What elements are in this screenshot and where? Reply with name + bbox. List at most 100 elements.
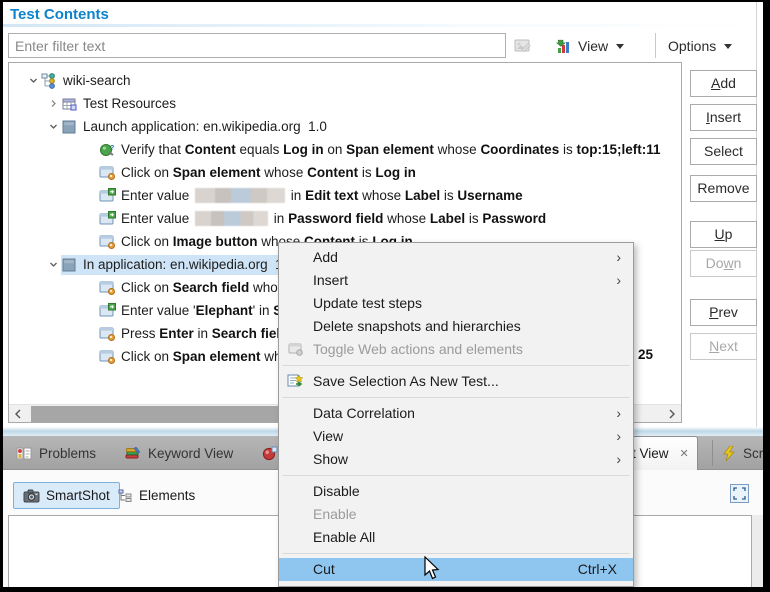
tab-label: Scri <box>743 445 767 461</box>
tree-row-label: In application: en.wikipedia.org 1.0 <box>61 254 297 275</box>
filter-input[interactable] <box>8 33 506 58</box>
keyword-view-icon <box>124 446 141 461</box>
tab-keyword-view[interactable]: Keyword View <box>116 436 241 470</box>
tree-text-segment: Enter <box>159 326 194 341</box>
menu-separator <box>282 553 630 554</box>
menu-item-label: Add <box>313 249 338 265</box>
tab-problems[interactable]: Problems <box>8 436 104 470</box>
menu-item-disable[interactable]: Disable <box>279 480 633 503</box>
menu-item-label: Enable <box>313 506 357 522</box>
chevron-down-icon[interactable] <box>45 260 61 269</box>
tree-text-segment: Label <box>404 188 441 203</box>
application-icon <box>61 119 78 135</box>
options-menu-button[interactable]: Options <box>668 33 733 59</box>
add-button[interactable]: Add <box>690 70 757 97</box>
tab-scri[interactable]: Scri <box>714 436 770 470</box>
tree-text-segment: Content <box>184 142 236 157</box>
menu-separator <box>282 365 630 366</box>
menu-item-add[interactable]: Add › <box>279 246 633 269</box>
menu-item-label: Update test steps <box>313 295 422 311</box>
menu-item-delete-snapshots-and-hierarchies[interactable]: Delete snapshots and hierarchies <box>279 315 633 338</box>
app-window: Test Contents View Options wiki-searchTe <box>0 0 770 592</box>
chevron-down-icon[interactable] <box>25 76 41 85</box>
click-action-icon <box>99 326 116 342</box>
tree-text-segment: Test Resources <box>83 96 177 111</box>
tab-label: Keyword View <box>148 445 234 461</box>
submenu-arrow-icon: › <box>616 451 621 467</box>
tree-text-segment: ' in <box>252 303 274 318</box>
menu-item-show[interactable]: Show › <box>279 448 633 471</box>
tree-text-segment: whose <box>358 188 405 203</box>
tree-row[interactable]: Launch application: en.wikipedia.org 1.0 <box>9 115 681 138</box>
tree-row-label: ? Verify that Content equals Log in on Sp… <box>99 142 660 158</box>
problems-icon <box>16 446 32 461</box>
tree-row[interactable]: ? Verify that Content equals Log in on Sp… <box>9 138 681 161</box>
menu-item-label: Save Selection As New Test... <box>313 373 499 389</box>
menu-shortcut: Ctrl+X <box>577 561 617 577</box>
menu-item-save-selection-as-new-test[interactable]: Save Selection As New Test... <box>279 370 633 393</box>
menu-item-data-correlation[interactable]: Data Correlation › <box>279 402 633 425</box>
menu-shortcut: Ctrl+C <box>577 581 617 586</box>
tree-text-segment: whose <box>433 142 481 157</box>
verify-icon: ? <box>99 142 116 158</box>
scroll-right-icon[interactable] <box>663 405 681 422</box>
enter-value-icon <box>99 302 116 319</box>
remove-button[interactable]: Remove <box>690 175 757 202</box>
tree-row-label: Enter value 'Elephant' in Se <box>99 302 290 319</box>
tree-text-segment: on <box>323 142 347 157</box>
tree-text-segment: In application: en.wikipedia.org 1.0 <box>83 257 294 272</box>
svg-text:?: ? <box>110 145 114 152</box>
menu-item-copy[interactable]: Copy Ctrl+C <box>279 581 633 586</box>
chevron-down-icon[interactable] <box>45 122 61 131</box>
enter-value-icon <box>99 210 116 227</box>
submenu-arrow-icon: › <box>616 405 621 421</box>
menu-item-view[interactable]: View › <box>279 425 633 448</box>
click-action-icon <box>99 165 116 181</box>
close-icon[interactable]: ✕ <box>680 447 689 460</box>
chevron-right-icon[interactable] <box>45 99 61 108</box>
tree-text-segment: whose <box>260 165 308 180</box>
up-button[interactable]: Up <box>690 221 757 248</box>
tree-text-segment: top:15;left:11 <box>576 142 661 157</box>
insert-button[interactable]: Insert <box>690 104 757 131</box>
tree-row[interactable]: wiki-search <box>9 69 681 92</box>
menu-item-enable-all[interactable]: Enable All <box>279 526 633 549</box>
tree-text-segment: Click on <box>121 349 173 364</box>
menu-separator <box>282 475 630 476</box>
tree-text-segment: in <box>287 188 306 203</box>
subtab-elements[interactable]: Elements <box>109 482 204 509</box>
tree-row-label: Press Enter in Search field <box>99 326 288 342</box>
application-icon <box>61 257 78 273</box>
tree-text-segment: equals <box>235 142 284 157</box>
tree-text-segment: is <box>358 165 376 180</box>
menu-item-cut[interactable]: Cut Ctrl+X <box>279 558 633 581</box>
menu-item-label: Disable <box>313 483 360 499</box>
view-icon <box>556 38 572 54</box>
clipped-text-tail: 25 <box>638 347 654 362</box>
tree-text-segment: Search field <box>172 280 250 295</box>
view-title: Test Contents <box>10 6 109 23</box>
tree-text-segment: whose <box>383 211 430 226</box>
menu-item-label: View <box>313 428 344 444</box>
view-menu-button[interactable]: View <box>556 33 625 59</box>
prev-button[interactable]: Prev <box>690 299 757 326</box>
tree-row[interactable]: Enter value in Edit text whose Label is … <box>9 184 681 207</box>
menu-item-insert[interactable]: Insert › <box>279 269 633 292</box>
click-action-icon <box>99 234 116 250</box>
tree-text-segment: Verify that <box>121 142 185 157</box>
menu-separator <box>282 397 630 398</box>
scroll-left-icon[interactable] <box>9 405 27 422</box>
tree-text-segment: Image button <box>172 234 258 249</box>
tree-row[interactable]: Enter value in Password field whose Labe… <box>9 207 681 230</box>
tree-text-segment: Launch application: en.wikipedia.org 1.0 <box>83 119 327 134</box>
subtab-smartshot[interactable]: SmartShot <box>13 482 120 509</box>
tree-text-segment: Search field <box>211 326 289 341</box>
tree-text-segment: Password field <box>288 211 384 226</box>
menu-item-update-test-steps[interactable]: Update test steps <box>279 292 633 315</box>
maximize-icon[interactable] <box>730 484 749 503</box>
tree-row[interactable]: Test Resources <box>9 92 681 115</box>
tree-row[interactable]: Click on Span element whose Content is L… <box>9 161 681 184</box>
tree-text-segment: Press <box>121 326 160 341</box>
select-button[interactable]: Select <box>690 138 757 165</box>
options-label: Options <box>668 38 717 54</box>
